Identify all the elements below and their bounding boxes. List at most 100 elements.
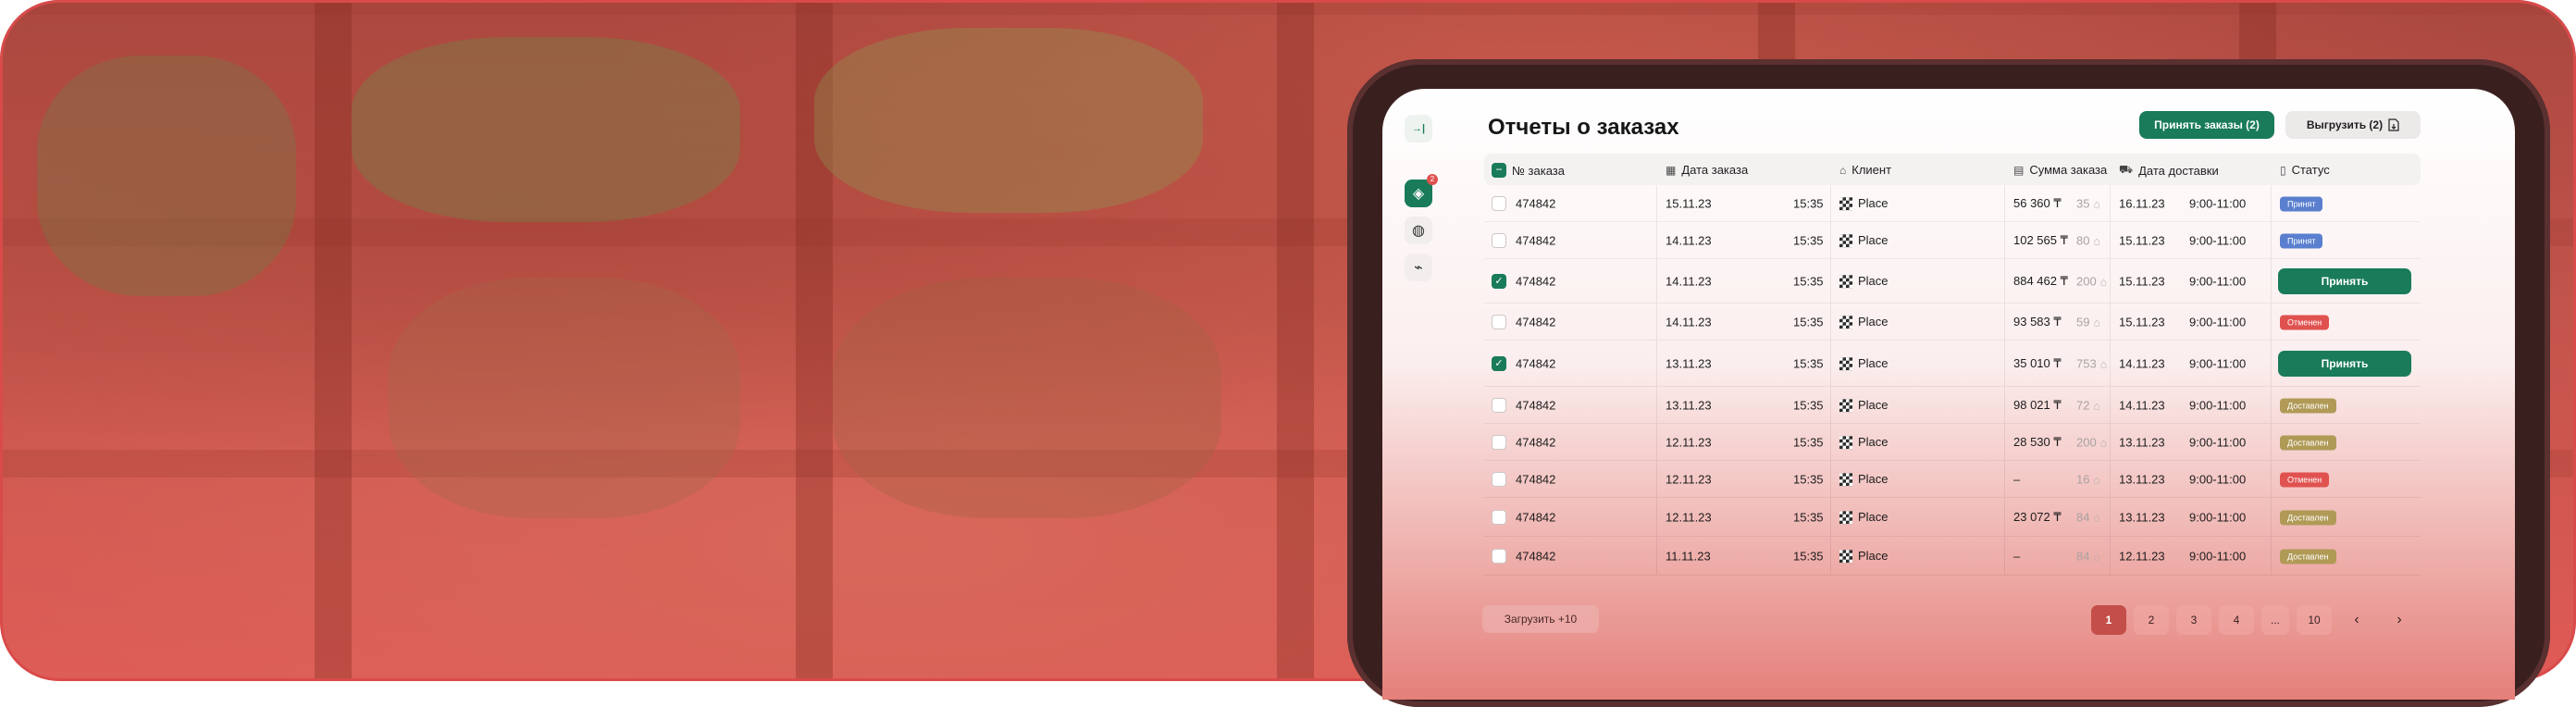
client-name: Place (1858, 195, 1889, 210)
order-sum: 56 360 ₸ (2013, 195, 2062, 210)
column-divider (1656, 424, 1657, 460)
layers-icon[interactable]: ◈ 2 (1405, 174, 1438, 207)
calendar-icon: ▦ (1666, 163, 1677, 177)
header-status[interactable]: ▯ Статус (2280, 163, 2330, 177)
header-order-date[interactable]: ▦ Дата заказа (1666, 163, 1748, 177)
row-checkbox[interactable] (1492, 397, 1506, 413)
column-divider (1656, 341, 1657, 386)
apple-icon[interactable]: ◍ (1405, 217, 1432, 244)
column-divider (1656, 387, 1657, 423)
delivery-time: 9:00-11:00 (2189, 549, 2247, 563)
status-icon: ▯ (2280, 163, 2286, 177)
client-logo-icon (1839, 550, 1852, 564)
next-page-icon[interactable]: › (2382, 605, 2417, 635)
table-row[interactable]: 474842 15.11.23 15:35 Place 56 360 ₸ 35 ⌂ 16.11… (1484, 185, 2421, 222)
table-row[interactable]: 474842 14.11.23 15:35 Place 102 565 ₸ 80 ⌂ 15.1… (1484, 222, 2421, 259)
order-sum: 28 530 ₸ (2013, 434, 2062, 449)
page-1[interactable]: 1 (2091, 605, 2126, 635)
row-checkbox[interactable] (1492, 548, 1506, 564)
page-2[interactable]: 2 (2134, 605, 2169, 635)
status-badge: Принят (2280, 196, 2323, 211)
order-time: 15:35 (1793, 472, 1824, 486)
page-title: Отчеты о заказах (1488, 115, 1679, 140)
table-row[interactable]: 474842 12.11.23 15:35 Place 28 530 ₸ 200 ⌂ 13.1… (1484, 424, 2421, 461)
column-divider (2004, 259, 2005, 303)
produce-shelf-upper (352, 37, 740, 222)
row-checkbox[interactable] (1492, 471, 1506, 487)
row-checkbox[interactable] (1492, 434, 1506, 450)
row-checkbox[interactable] (1492, 232, 1506, 248)
prev-page-icon[interactable]: ‹ (2339, 605, 2374, 635)
header-order-date-label: Дата заказа (1681, 163, 1749, 177)
client-name: Place (1858, 509, 1889, 524)
status-badge: Отменен (2280, 315, 2330, 329)
accept-orders-button[interactable]: Принять заказы (2) (2139, 111, 2274, 139)
delivery-date: 13.11.23 (2119, 510, 2165, 524)
order-sum: 102 565 ₸ (2013, 232, 2068, 247)
column-divider (2004, 424, 2005, 460)
row-checkbox[interactable] (1492, 509, 1506, 525)
order-sum: 98 021 ₸ (2013, 397, 2062, 412)
delivery-date: 15.11.23 (2119, 274, 2165, 288)
table-row[interactable]: 474842 12.11.23 15:35 Place 23 072 ₸ 84 ⌂ 13.11… (1484, 498, 2421, 537)
column-divider (2004, 461, 2005, 497)
row-checkbox[interactable]: ✓ (1492, 273, 1506, 289)
page-4[interactable]: 4 (2219, 605, 2254, 635)
client-name: Place (1858, 471, 1889, 486)
collapse-sidebar-icon[interactable]: →| (1405, 115, 1432, 143)
order-time: 15:35 (1793, 435, 1824, 449)
status-badge: Доставлен (2280, 435, 2336, 450)
column-divider (2271, 461, 2272, 497)
order-number: 474842 (1516, 315, 1556, 329)
order-date: 13.11.23 (1666, 398, 1712, 412)
status-cell: Принят (2280, 232, 2323, 248)
header-amount[interactable]: ▤ Сумма заказа (2013, 163, 2107, 177)
column-divider (1656, 222, 1657, 258)
export-button[interactable]: Выгрузить (2) (2285, 111, 2421, 139)
load-more-button[interactable]: Загрузить +10 (1482, 605, 1599, 633)
client-cell: Place (1839, 549, 1889, 564)
column-divider (2004, 185, 2005, 221)
client-cell: Place (1839, 472, 1889, 487)
table-row[interactable]: ✓ 474842 13.11.23 15:35 Place 35 010 ₸ 753 ⌂ 14.… (1484, 341, 2421, 387)
table-row[interactable]: 474842 12.11.23 15:35 Place – 16 ⌂ 13.11.23 9:00… (1484, 461, 2421, 498)
status-badge: Отменен (2280, 472, 2330, 487)
table-row[interactable]: 474842 11.11.23 15:35 Place – 84 ⌂ 12.11.23 9:00… (1484, 537, 2421, 576)
client-name: Place (1858, 232, 1889, 247)
basket-icon: ⌂ (2093, 473, 2100, 486)
status-cell: Отменен (2280, 314, 2330, 329)
status-badge: Доставлен (2280, 510, 2336, 525)
client-name: Place (1858, 434, 1889, 449)
delivery-time: 9:00-11:00 (2189, 398, 2247, 412)
column-divider (2004, 387, 2005, 423)
column-divider (2271, 259, 2272, 303)
basket-icon: ⌂ (2093, 399, 2100, 412)
item-count-cell: 80 ⌂ (2076, 233, 2100, 247)
order-time: 15:35 (1793, 510, 1824, 524)
table-row[interactable]: 474842 14.11.23 15:35 Place 93 583 ₸ 59 ⌂ 15.11… (1484, 304, 2421, 341)
table-row[interactable]: ✓ 474842 14.11.23 15:35 Place 884 462 ₸ 200 ⌂ 15… (1484, 259, 2421, 304)
order-number: 474842 (1516, 398, 1556, 412)
column-divider (2004, 537, 2005, 575)
row-checkbox[interactable]: ✓ (1492, 355, 1506, 371)
page-3[interactable]: 3 (2176, 605, 2211, 635)
page-10[interactable]: 10 (2297, 605, 2332, 635)
basket-icon: ⌂ (2093, 234, 2100, 247)
accept-order-button[interactable]: Принять (2278, 350, 2411, 377)
row-checkbox[interactable] (1492, 314, 1506, 329)
client-name: Place (1858, 355, 1889, 370)
table-row[interactable]: 474842 13.11.23 15:35 Place 98 021 ₸ 72 ⌂ 14.11… (1484, 387, 2421, 424)
order-date: 14.11.23 (1666, 274, 1712, 288)
chart-line-icon[interactable]: ⌁ (1405, 254, 1432, 281)
client-name: Place (1858, 314, 1889, 329)
header-client[interactable]: ⌂ Клиент (1839, 163, 1891, 177)
header-order-no[interactable]: − № заказа (1492, 163, 1565, 178)
header-delivery-date[interactable]: ⛟ Дата доставки (2119, 163, 2219, 178)
accept-order-button[interactable]: Принять (2278, 267, 2411, 294)
row-checkbox[interactable] (1492, 195, 1506, 211)
column-divider (2110, 498, 2111, 536)
column-divider (2110, 341, 2111, 386)
delivery-date: 15.11.23 (2119, 315, 2165, 329)
basket-icon: ⌂ (2093, 550, 2100, 563)
select-all-checkbox[interactable]: − (1492, 163, 1506, 178)
